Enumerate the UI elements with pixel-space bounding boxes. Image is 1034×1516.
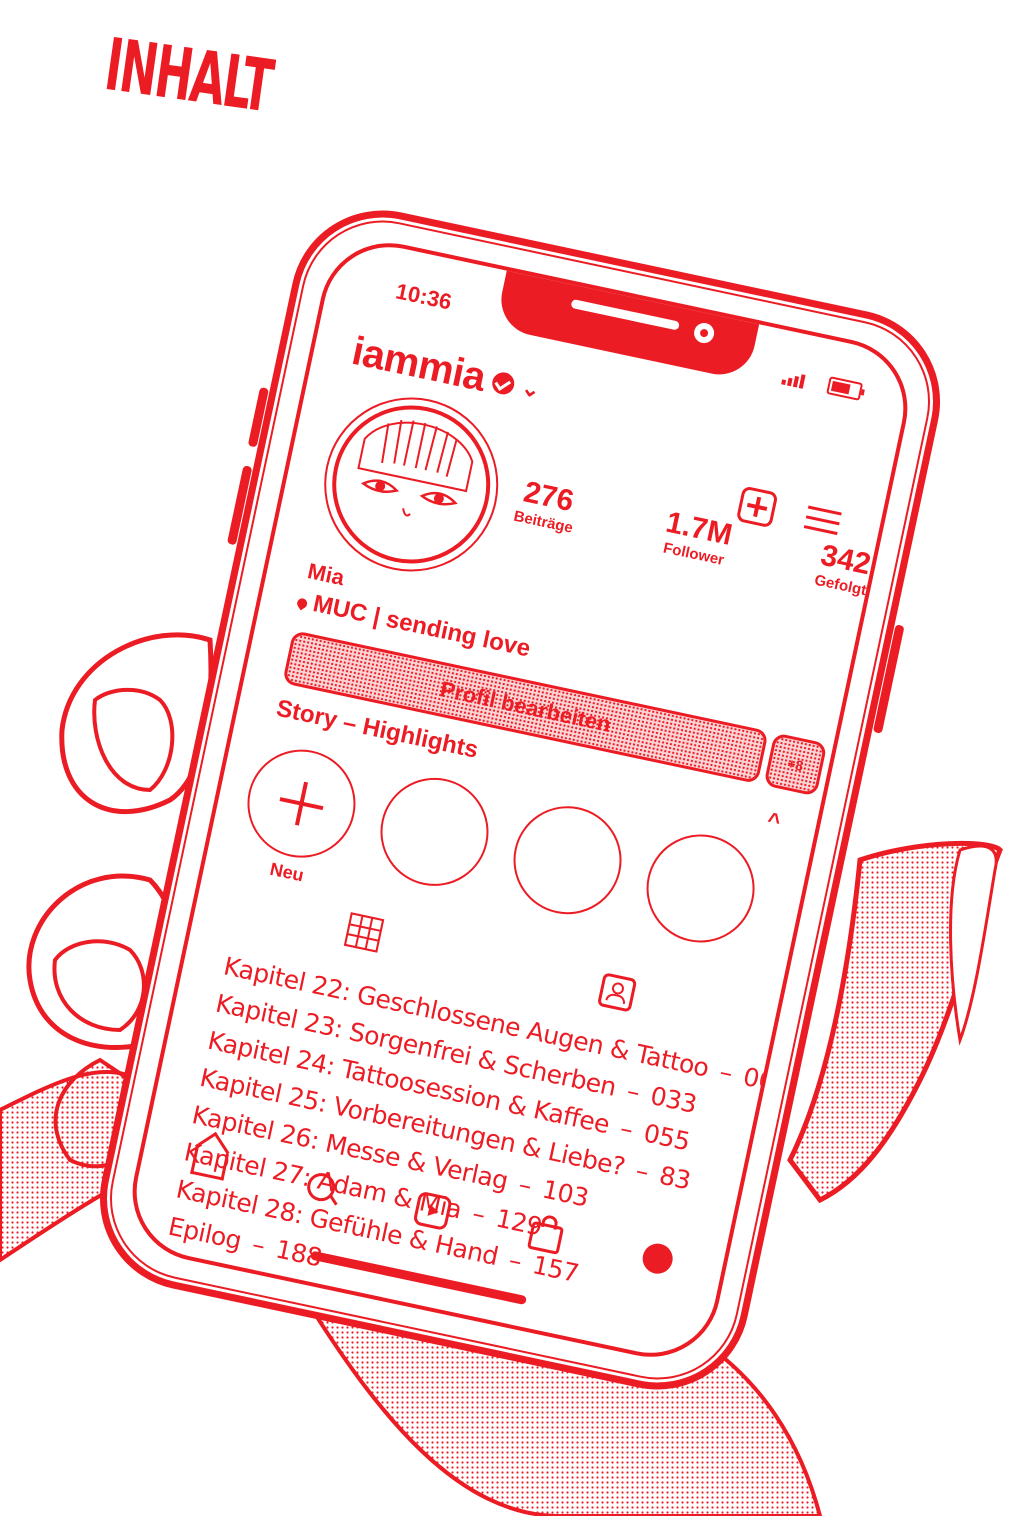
stat-followers[interactable]: 1.7M Follower xyxy=(659,506,735,570)
grid-icon[interactable] xyxy=(343,912,385,953)
toc-separator: – xyxy=(249,1229,268,1261)
search-icon[interactable] xyxy=(304,1170,338,1204)
toc-separator: – xyxy=(624,1075,643,1107)
avatar-face xyxy=(357,419,474,517)
display-name: Mia xyxy=(305,558,347,591)
speaker xyxy=(570,298,680,331)
battery-icon xyxy=(826,376,864,401)
toc-page: 103 xyxy=(539,1174,591,1213)
highlight-label: Neu xyxy=(268,858,306,886)
toc-page: 004 xyxy=(740,1061,792,1100)
toc-separator: – xyxy=(717,1056,735,1088)
username: iammia xyxy=(348,328,490,400)
toc-separator: – xyxy=(617,1113,636,1145)
chevron-down-icon: ⌄ xyxy=(519,374,543,403)
highlight-item[interactable] xyxy=(503,796,632,925)
toc-page: 033 xyxy=(647,1080,700,1119)
camera-icon xyxy=(692,321,716,345)
profile-icon[interactable] xyxy=(639,1240,676,1277)
tagged-icon[interactable] xyxy=(596,972,638,1013)
chevron-up-icon[interactable]: ^ xyxy=(765,807,783,835)
status-time: 10:36 xyxy=(393,278,454,315)
notch xyxy=(494,266,760,382)
highlight-new[interactable]: Neu xyxy=(232,739,366,895)
status-icons xyxy=(781,367,864,401)
add-person-button[interactable]: +8 xyxy=(763,732,828,797)
stat-following[interactable]: 342 Gefolgt xyxy=(813,538,875,600)
verified-icon xyxy=(490,369,517,396)
toc-separator: – xyxy=(633,1155,652,1187)
toc-page: 83 xyxy=(656,1160,693,1196)
highlight-item[interactable] xyxy=(636,824,765,953)
username-switcher[interactable]: iammia ⌄ xyxy=(348,329,544,413)
location-pin-icon xyxy=(295,596,310,611)
stat-posts[interactable]: 276 Beiträge xyxy=(512,474,581,536)
reels-icon[interactable] xyxy=(412,1190,453,1231)
plus-icon xyxy=(237,739,366,868)
toc-page: 055 xyxy=(641,1118,693,1157)
avatar[interactable] xyxy=(317,390,505,579)
home-icon[interactable] xyxy=(190,1146,230,1181)
highlight-item[interactable] xyxy=(370,767,499,896)
profile-stats: 276 Beiträge 1.7M Follower 342 Gefolgt xyxy=(512,474,875,599)
toc-separator: – xyxy=(516,1169,535,1201)
toc-separator: – xyxy=(506,1245,525,1277)
signal-icon xyxy=(781,367,808,390)
